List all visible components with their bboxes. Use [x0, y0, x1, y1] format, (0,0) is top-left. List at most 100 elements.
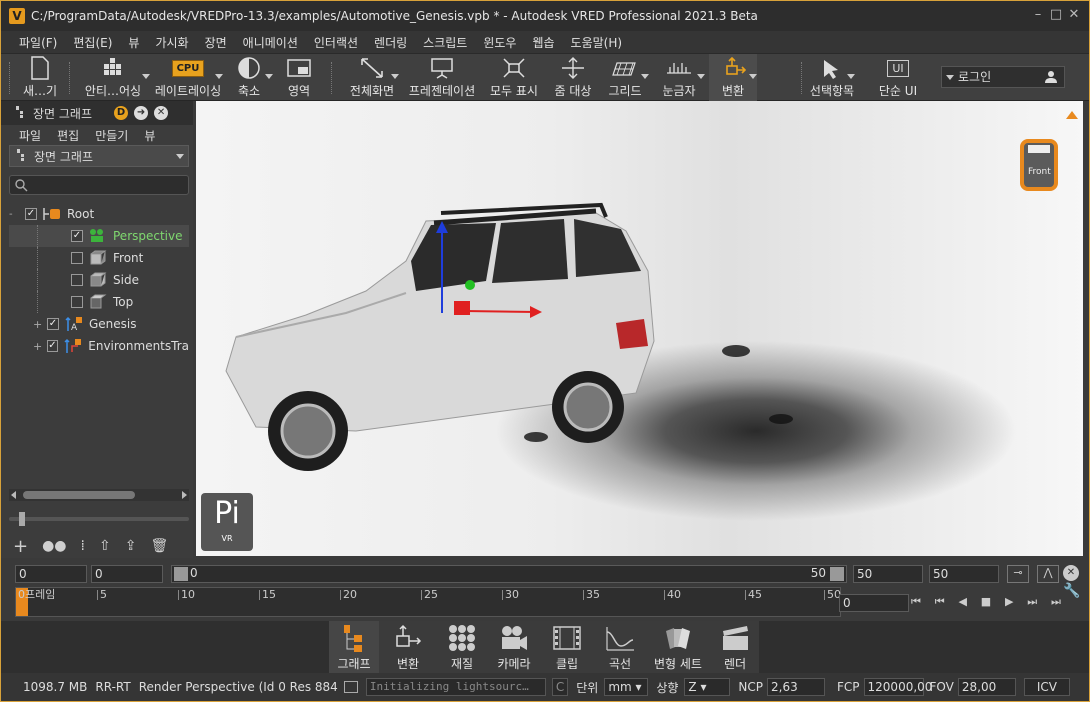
menu-file[interactable]: 파일(F) — [11, 34, 65, 51]
visibility-checkbox[interactable] — [71, 252, 83, 264]
close-timeline-icon[interactable]: ✕ — [1063, 565, 1079, 581]
step-back-icon[interactable]: ◀ — [958, 595, 966, 611]
ncp-field[interactable]: 2,63 — [767, 678, 825, 696]
scroll-left-icon[interactable] — [11, 491, 16, 499]
raytracing-button[interactable]: CPU 레이트레이싱 — [151, 54, 225, 102]
module-material-button[interactable]: 재질 — [439, 621, 485, 673]
visibility-checkbox[interactable]: ✓ — [25, 208, 37, 220]
panel-menu-view[interactable]: 뷰 — [136, 127, 163, 144]
menu-edit[interactable]: 편집(E) — [65, 34, 120, 51]
module-graph-button[interactable]: 그래프 — [329, 621, 379, 673]
tree-row-root[interactable]: - ✓ Root — [9, 203, 189, 225]
menu-interaction[interactable]: 인터랙션 — [306, 34, 366, 51]
vred-app-icon[interactable]: V — [9, 8, 25, 24]
zoom-slider-track[interactable] — [9, 512, 189, 526]
timeline-range-slider[interactable]: 0 50 — [171, 565, 847, 583]
step-forward-icon[interactable]: ⏭ — [1027, 595, 1037, 611]
zoom-target-button[interactable]: 줌 대상 — [547, 54, 599, 102]
unit-select[interactable]: mm ▾ — [604, 678, 649, 696]
selection-dropdown-arrow[interactable] — [847, 74, 855, 79]
menu-scene[interactable]: 장면 — [197, 34, 235, 51]
menu-view[interactable]: 뷰 — [120, 34, 147, 51]
login-dropdown[interactable]: 로그인 — [941, 66, 1065, 88]
scene-graph-selector[interactable]: 장면 그래프 — [9, 145, 189, 167]
module-transform-button[interactable]: 변환 — [385, 621, 431, 673]
range-start-field[interactable]: 50 — [853, 565, 923, 583]
menu-websop[interactable]: 웹솝 — [524, 34, 562, 51]
timeline-current-field[interactable]: 0 — [91, 565, 163, 583]
timeline-ruler[interactable]: 0프레임 5 10 15 20 25 30 35 40 45 50 — [15, 587, 841, 617]
previous-key-icon[interactable]: ⏮ — [935, 595, 945, 611]
module-variant-set-button[interactable]: 변형 세트 — [649, 621, 707, 673]
menu-help[interactable]: 도움말(H) — [563, 34, 631, 51]
antialias-button[interactable]: 안티…어싱 — [81, 54, 145, 102]
delete-icon[interactable]: 🗑 — [150, 538, 168, 554]
ruler-button[interactable]: 눈금자 — [655, 54, 703, 102]
module-curve-button[interactable]: 곡선 — [597, 621, 643, 673]
close-button[interactable]: ✕ — [1065, 7, 1083, 23]
go-to-end-icon[interactable]: ⏭ — [1051, 595, 1061, 611]
simple-ui-button[interactable]: UI 단순 UI — [875, 54, 921, 102]
range-end-handle[interactable] — [830, 567, 844, 581]
navigation-cube[interactable]: Front — [1016, 131, 1066, 199]
menu-visualization[interactable]: 가시화 — [147, 34, 196, 51]
module-clip-button[interactable]: 클립 — [545, 621, 589, 673]
add-node-icon[interactable]: + — [13, 536, 28, 557]
visibility-checkbox[interactable]: ✓ — [47, 318, 59, 330]
close-panel-icon[interactable]: ✕ — [154, 106, 169, 120]
tree-row-environments[interactable]: + ✓ EnvironmentsTra — [9, 335, 189, 357]
curve-editor-icon[interactable]: ⋀ — [1037, 565, 1059, 583]
new-button[interactable]: 새…기 — [17, 54, 63, 102]
tree-row-genesis[interactable]: + ✓ A Genesis — [9, 313, 189, 335]
icv-button[interactable]: ICV — [1023, 678, 1070, 696]
fov-field[interactable]: 28,00 — [957, 678, 1016, 696]
menu-animation[interactable]: 애니메이션 — [235, 34, 306, 51]
dock-badge-icon[interactable]: D — [114, 106, 129, 120]
fullscreen-dropdown-arrow[interactable] — [391, 74, 399, 79]
visibility-checkbox[interactable]: ✓ — [46, 340, 59, 352]
antialias-dropdown-arrow[interactable] — [142, 74, 150, 79]
go-to-start-icon[interactable]: ⏮ — [911, 595, 921, 611]
timeline-start-field[interactable]: 0 — [15, 565, 87, 583]
axis-dropdown-arrow[interactable] — [265, 74, 273, 79]
wrench-icon[interactable]: 🔧 — [1063, 583, 1080, 599]
module-camera-button[interactable]: 카메라 — [491, 621, 537, 673]
terminal-icon[interactable] — [343, 681, 358, 693]
range-end-field[interactable]: 50 — [929, 565, 999, 583]
panel-menu-edit[interactable]: 편집 — [49, 127, 87, 144]
panel-menu-file[interactable]: 파일 — [11, 127, 49, 144]
menu-rendering[interactable]: 렌더링 — [366, 34, 415, 51]
toolbar-grip[interactable] — [9, 62, 11, 94]
forward-arrow-icon[interactable]: ➜ — [134, 106, 149, 120]
visibility-checkbox[interactable] — [71, 296, 83, 308]
range-start-handle[interactable] — [174, 567, 188, 581]
region-button[interactable]: 영역 — [277, 54, 321, 102]
tree-horizontal-scrollbar[interactable] — [9, 489, 189, 501]
collapse-icon[interactable]: - — [9, 209, 21, 220]
export-icon[interactable]: ⇪ — [125, 538, 137, 554]
panel-menu-create[interactable]: 만들기 — [87, 127, 136, 144]
up-axis-select[interactable]: Z ▾ — [684, 678, 731, 696]
expand-icon[interactable]: + — [33, 318, 47, 331]
show-all-button[interactable]: 모두 표시 — [485, 54, 543, 102]
link-icon[interactable]: ●● — [42, 538, 66, 554]
visibility-checkbox[interactable] — [71, 274, 83, 286]
tree-row-top[interactable]: Top — [9, 291, 189, 313]
grid-dropdown-arrow[interactable] — [641, 74, 649, 79]
menu-window[interactable]: 윈도우 — [475, 34, 524, 51]
minimize-button[interactable]: – — [1029, 7, 1047, 23]
presentation-button[interactable]: 프레젠테이션 — [403, 54, 481, 102]
fcp-field[interactable]: 120000,00 — [863, 678, 932, 696]
raytracing-dropdown-arrow[interactable] — [215, 74, 223, 79]
split-icon[interactable]: ⁞ — [81, 538, 85, 554]
scrollbar-thumb[interactable] — [23, 491, 135, 499]
menu-script[interactable]: 스크립트 — [415, 34, 475, 51]
c-button[interactable]: C — [551, 678, 569, 696]
render-viewport[interactable]: Front Pi VR — [196, 101, 1083, 556]
transform-dropdown-arrow[interactable] — [749, 74, 757, 79]
scroll-right-icon[interactable] — [182, 491, 187, 499]
tree-row-side[interactable]: Side — [9, 269, 189, 291]
home-view-icon[interactable] — [1066, 111, 1078, 119]
tree-row-front[interactable]: Front — [9, 247, 189, 269]
module-render-button[interactable]: 렌더 — [713, 621, 757, 673]
